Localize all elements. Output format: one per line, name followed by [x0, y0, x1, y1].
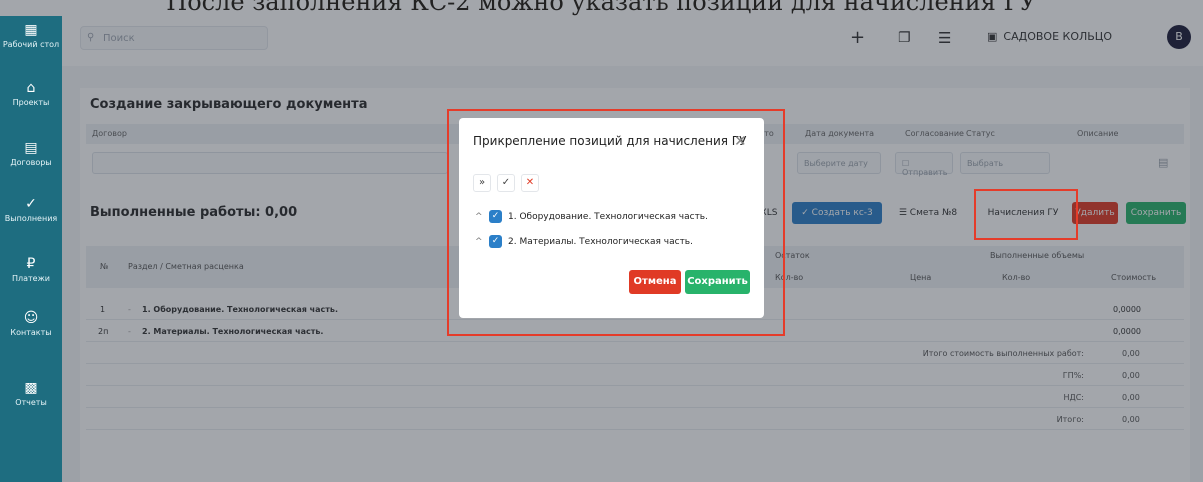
sidebar-item-completions[interactable]: ✓ Выполнения: [0, 196, 62, 223]
sidebar-item-label: Проекты: [12, 98, 50, 107]
sidebar-item-label: Договоры: [10, 158, 52, 167]
sidebar-item-desktop[interactable]: ▦ Рабочий стол: [0, 22, 62, 49]
sidebar-item-projects[interactable]: ⌂ Проекты: [0, 80, 62, 107]
sidebar-item-label: Выполнения: [4, 214, 58, 223]
home-icon: ⌂: [26, 80, 36, 96]
sidebar-item-reports[interactable]: ▩ Отчеты: [0, 380, 62, 407]
caption-text: После заполнения КС-2 можно указать пози…: [166, 0, 1037, 16]
sidebar-item-label: Платежи: [11, 274, 51, 283]
sidebar-item-contacts[interactable]: ☺ Контакты: [0, 310, 62, 337]
users-icon: ☺: [23, 310, 39, 326]
sidebar-item-label: Отчеты: [15, 398, 47, 407]
highlight-box-gu-button: [974, 189, 1078, 240]
check-circle-icon: ✓: [25, 196, 37, 212]
ruble-icon: ₽: [26, 256, 36, 272]
sidebar: ▦ Рабочий стол ⌂ Проекты ▤ Договоры ✓ Вы…: [0, 16, 62, 482]
sidebar-item-contracts[interactable]: ▤ Договоры: [0, 140, 62, 167]
document-icon: ▤: [24, 140, 38, 156]
sidebar-item-payments[interactable]: ₽ Платежи: [0, 256, 62, 283]
chart-icon: ▩: [24, 380, 38, 396]
highlight-box-modal: [447, 109, 785, 336]
screenshot-frame: После заполнения КС-2 можно указать пози…: [0, 0, 1203, 482]
sidebar-item-label: Контакты: [10, 328, 52, 337]
sidebar-item-label: Рабочий стол: [2, 40, 60, 49]
grid-icon: ▦: [24, 22, 38, 38]
